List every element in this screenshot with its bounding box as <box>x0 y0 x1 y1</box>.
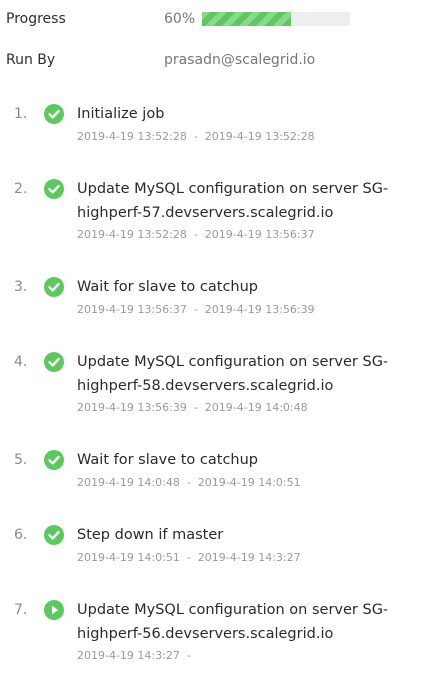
step-number: 1. <box>14 106 28 122</box>
step-number: 3. <box>14 279 28 295</box>
step-number: 7. <box>14 602 28 618</box>
step-time-range: 2019-4-19 13:52:28 - 2019-4-19 13:52:28 <box>77 130 315 143</box>
step-time-range: 2019-4-19 13:56:37 - 2019-4-19 13:56:39 <box>77 303 315 316</box>
step-number: 5. <box>14 452 28 468</box>
step-title: Update MySQL configuration on server SG-… <box>77 354 389 394</box>
play-circle-icon <box>44 600 64 620</box>
step-title: Wait for slave to catchup <box>77 279 259 295</box>
step-number: 2. <box>14 181 28 197</box>
run-by-row: Run By prasadn@scalegrid.io <box>6 48 315 72</box>
progress-bar-fill <box>202 12 291 26</box>
check-circle-icon <box>44 277 64 297</box>
check-circle-icon <box>44 352 64 372</box>
check-circle-icon <box>44 104 64 124</box>
step-title: Update MySQL configuration on server SG-… <box>77 181 389 221</box>
check-circle-icon <box>44 450 64 470</box>
step-number: 4. <box>14 354 28 370</box>
step-time-range: 2019-4-19 14:0:48 - 2019-4-19 14:0:51 <box>77 476 301 489</box>
step-time-range: 2019-4-19 14:0:51 - 2019-4-19 14:3:27 <box>77 551 301 564</box>
step-time-range: 2019-4-19 14:3:27 - <box>77 649 191 662</box>
progress-indicator: 60% <box>164 11 350 27</box>
check-circle-icon <box>44 179 64 199</box>
check-circle-icon <box>44 525 64 545</box>
step-title: Wait for slave to catchup <box>77 452 259 468</box>
step-title: Initialize job <box>77 106 165 122</box>
progress-label: Progress <box>6 11 66 27</box>
run-by-label: Run By <box>6 52 56 68</box>
progress-percent: 60% <box>164 11 196 27</box>
step-time-range: 2019-4-19 13:52:28 - 2019-4-19 13:56:37 <box>77 228 315 241</box>
step-title: Update MySQL configuration on server SG-… <box>77 602 389 642</box>
step-title: Step down if master <box>77 527 224 543</box>
run-by-value: prasadn@scalegrid.io <box>164 52 316 68</box>
progress-bar <box>202 12 350 26</box>
step-number: 6. <box>14 527 28 543</box>
step-time-range: 2019-4-19 13:56:39 - 2019-4-19 14:0:48 <box>77 401 308 414</box>
progress-row: Progress 60% <box>6 7 350 31</box>
